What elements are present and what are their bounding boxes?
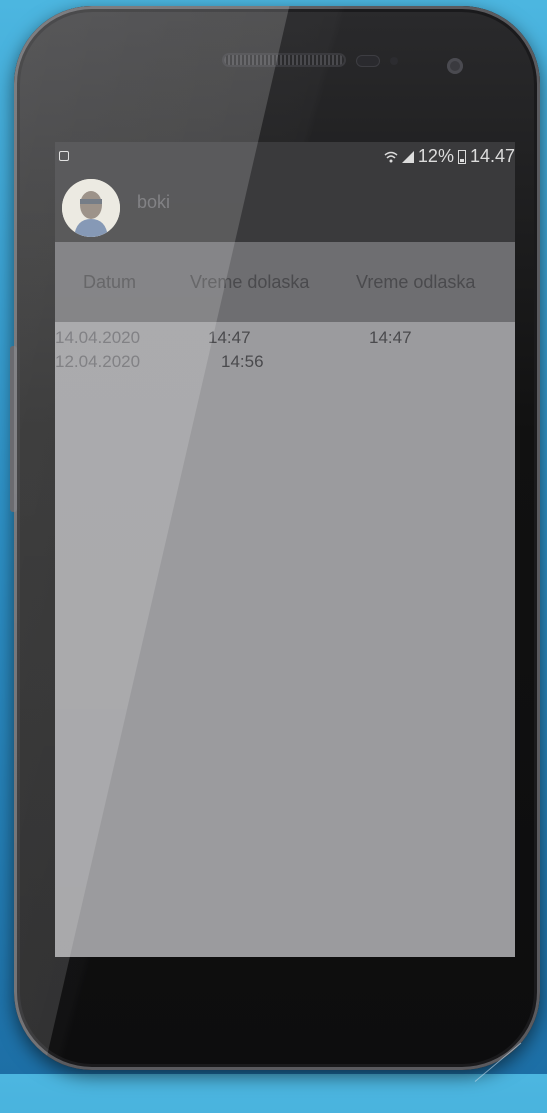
table-header: Datum Vreme dolaska Vreme odlaska — [55, 242, 515, 322]
screen: 12% 14.47 boki Datum Vreme dolaska Vreme… — [55, 142, 515, 957]
battery-icon — [457, 149, 466, 164]
notification-icon — [59, 151, 69, 161]
status-right-group: 12% 14.47 — [384, 146, 515, 167]
signal-icon — [401, 150, 414, 163]
row-arrival: 14:47 — [208, 328, 251, 347]
row-departure: 14:47 — [369, 328, 412, 347]
status-time: 14.47 — [469, 146, 515, 166]
column-header-departure: Vreme odlaska — [356, 272, 476, 292]
light-sensor — [390, 57, 398, 65]
status-bar: 12% 14.47 — [55, 142, 515, 170]
side-button — [10, 346, 17, 512]
app-bar: boki — [55, 170, 515, 242]
row-date: 12.04.2020 — [55, 352, 141, 371]
battery-percent: 12% — [417, 146, 454, 166]
row-arrival: 14:56 — [221, 352, 264, 371]
speaker-grille — [224, 55, 344, 65]
user-name: boki — [137, 192, 171, 212]
proximity-sensor — [357, 56, 379, 66]
row-date: 14.04.2020 — [55, 328, 141, 347]
wifi-icon — [384, 150, 398, 164]
front-camera — [447, 58, 463, 74]
column-header-date: Datum — [83, 272, 137, 292]
column-header-arrival: Vreme dolaska — [190, 272, 310, 292]
avatar[interactable] — [62, 179, 120, 237]
